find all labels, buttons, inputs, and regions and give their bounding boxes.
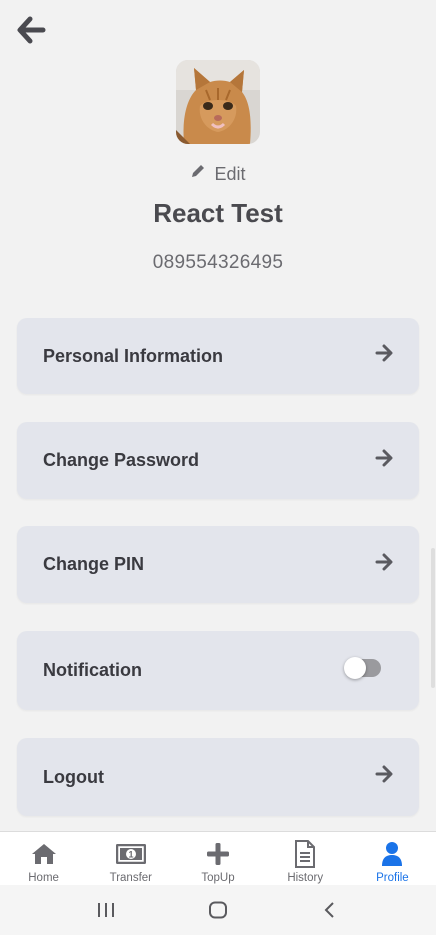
menu-label: Personal Information <box>43 345 224 366</box>
profile-screen: Edit React Test 089554326495 Personal In… <box>0 0 436 935</box>
menu-label: Change PIN <box>43 554 145 574</box>
arrow-right-icon <box>375 449 393 466</box>
tab-label: TopUp <box>201 872 235 884</box>
tab-label: History <box>287 872 324 884</box>
tab-profile[interactable]: Profile <box>349 832 436 885</box>
cat-photo <box>176 60 260 144</box>
menu-personal-information[interactable]: Personal Information <box>17 318 419 394</box>
tab-label: Transfer <box>109 872 152 884</box>
system-navigation-bar <box>0 885 436 935</box>
arrow-left-icon <box>17 16 46 44</box>
chevron-left-icon <box>324 902 334 918</box>
money-bill-icon: 1 <box>115 844 146 864</box>
bottom-tab-bar: Home 1 Transfer TopUp History Profile <box>0 831 436 885</box>
pencil-icon <box>192 165 205 177</box>
tab-history[interactable]: History <box>262 832 349 885</box>
system-back-button[interactable] <box>305 890 355 930</box>
home-icon <box>31 844 56 864</box>
home-circle-icon <box>209 901 227 919</box>
profile-phone: 089554326495 <box>152 252 284 273</box>
profile-name: React Test <box>153 198 283 228</box>
home-system-button[interactable] <box>193 890 243 930</box>
recent-apps-icon <box>98 903 114 917</box>
tab-home[interactable]: Home <box>0 832 87 885</box>
document-icon <box>295 840 316 868</box>
tab-topup[interactable]: TopUp <box>174 832 261 885</box>
recent-apps-button[interactable] <box>81 890 131 930</box>
notification-toggle[interactable] <box>344 656 381 679</box>
toggle-knob <box>344 656 366 679</box>
scrollbar[interactable] <box>431 548 435 688</box>
arrow-right-icon <box>375 553 393 570</box>
svg-text:1: 1 <box>128 850 133 860</box>
menu-label: Notification <box>43 660 142 680</box>
arrow-right-icon <box>375 344 393 362</box>
plus-icon <box>207 843 229 865</box>
menu-change-pin[interactable]: Change PIN <box>17 526 419 603</box>
tab-label: Profile <box>376 872 409 884</box>
user-icon <box>382 842 403 866</box>
back-button[interactable] <box>14 14 48 46</box>
menu-change-password[interactable]: Change Password <box>17 422 419 499</box>
tab-transfer[interactable]: 1 Transfer <box>87 832 174 885</box>
arrow-right-icon <box>375 765 393 783</box>
edit-label: Edit <box>214 163 246 184</box>
avatar[interactable] <box>176 60 260 144</box>
menu-logout[interactable]: Logout <box>17 738 419 816</box>
menu-notification: Notification <box>17 631 419 710</box>
menu-label: Change Password <box>43 450 200 470</box>
tab-label: Home <box>28 872 59 884</box>
edit-profile-button[interactable]: Edit <box>0 160 436 188</box>
menu-label: Logout <box>43 766 104 787</box>
